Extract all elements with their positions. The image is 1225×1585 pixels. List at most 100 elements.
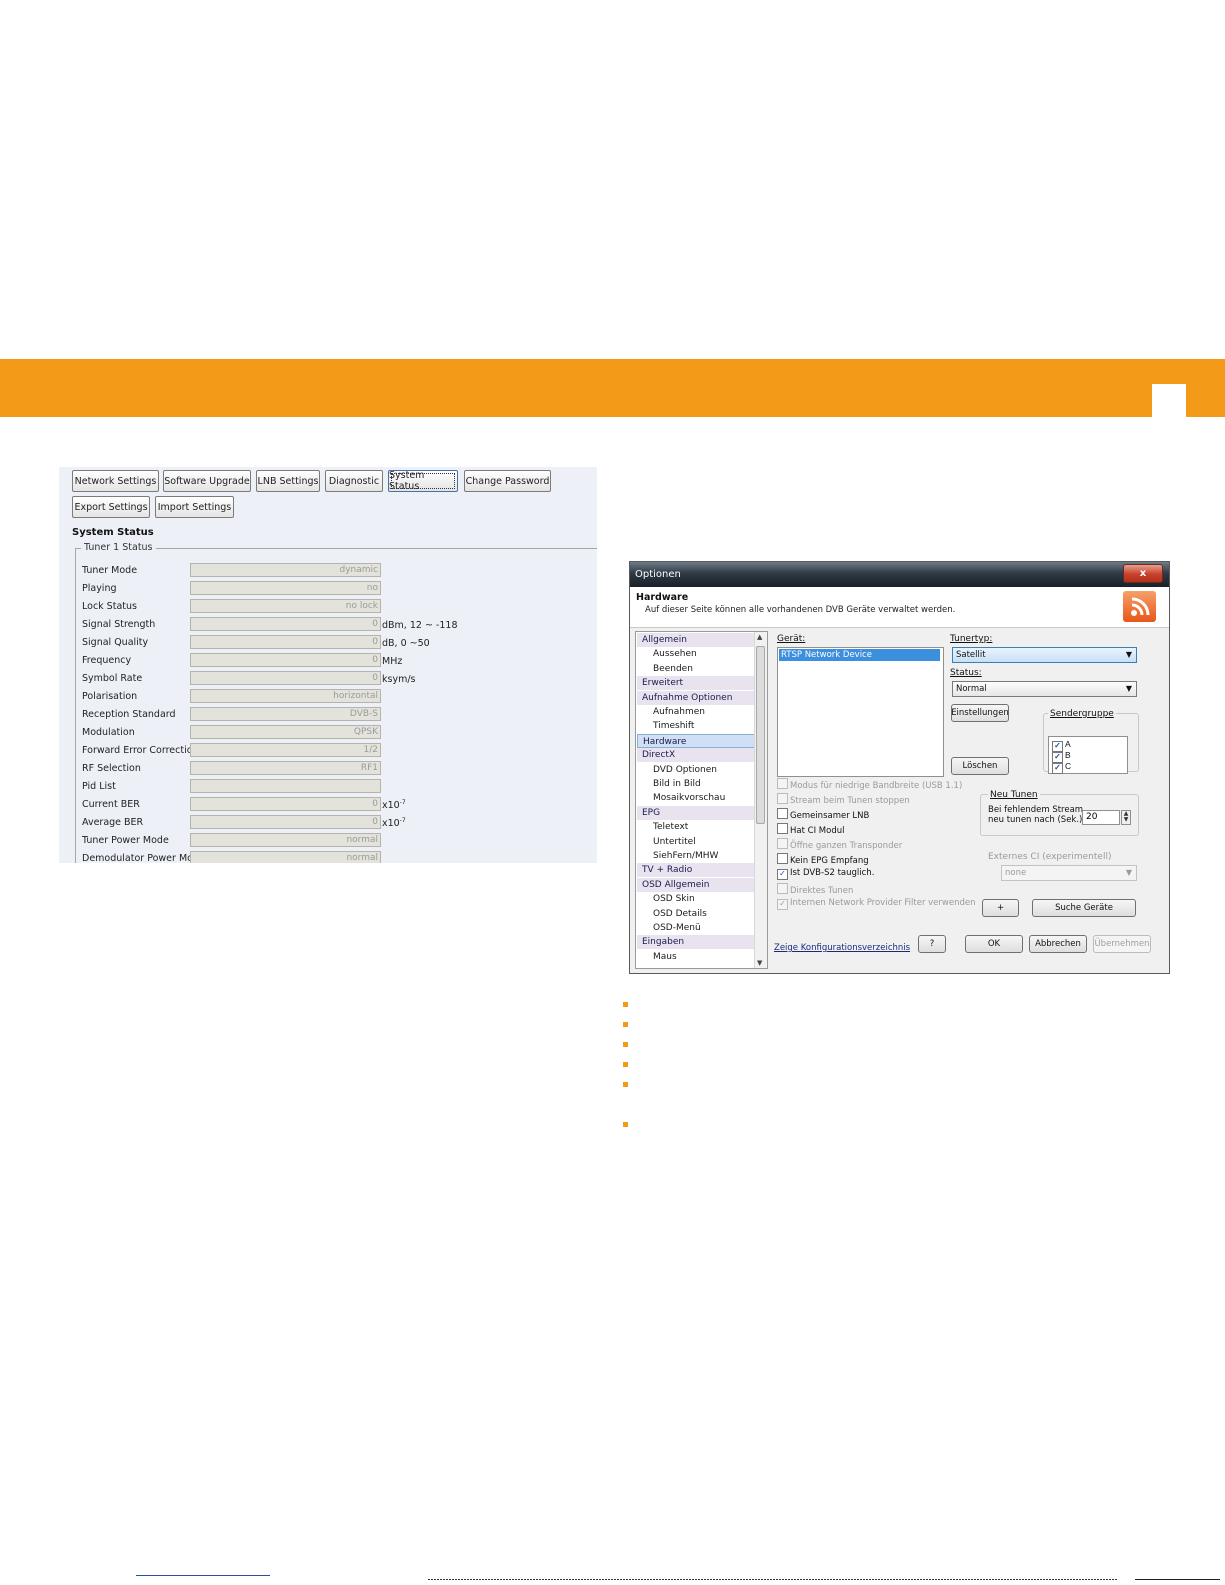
ok-button[interactable]: OK — [965, 935, 1023, 953]
change-password-button[interactable]: Change Password — [464, 470, 551, 492]
loeschen-button[interactable]: Löschen — [951, 757, 1009, 775]
tunertyp-value: Satellit — [956, 650, 986, 660]
device-list-item[interactable]: RTSP Network Device — [779, 649, 940, 661]
checkbox-icon[interactable] — [777, 808, 788, 819]
nav-item[interactable]: Allgemein — [637, 633, 755, 647]
config-directory-link[interactable]: Zeige Konfigurationsverzeichnis — [774, 943, 910, 953]
status-select[interactable]: Normal ▼ — [952, 681, 1137, 697]
option-checkbox[interactable]: Stream beim Tunen stoppen — [777, 793, 910, 806]
title-bar[interactable]: Optionen x — [630, 562, 1169, 587]
nav-item[interactable]: OSD Allgemein — [637, 877, 755, 892]
nav-item[interactable]: OSD Skin — [637, 892, 755, 906]
option-checkbox[interactable]: Modus für niedrige Bandbreite (USB 1.1) — [777, 778, 963, 791]
nav-item[interactable]: Erweitert — [637, 676, 755, 691]
abbrechen-button[interactable]: Abbrechen — [1029, 935, 1087, 953]
import-settings-button[interactable]: Import Settings — [155, 496, 234, 518]
status-row-label: Frequency — [82, 655, 132, 666]
page-title: Hardware — [636, 592, 689, 603]
add-button[interactable]: + — [982, 899, 1019, 917]
device-list[interactable]: RTSP Network Device — [777, 647, 944, 777]
status-row-label: Symbol Rate — [82, 673, 143, 684]
tunertyp-select[interactable]: Satellit ▼ — [952, 647, 1137, 663]
status-row-value: 0 — [190, 671, 381, 685]
checkbox-icon[interactable] — [777, 778, 788, 789]
checkbox-icon[interactable] — [777, 883, 788, 894]
tuner-status-legend: Tuner 1 Status — [81, 542, 156, 553]
status-row-unit: dB, 0 ~50 — [382, 638, 430, 650]
option-checkbox[interactable]: ✓ Ist DVB-S2 tauglich. — [777, 868, 874, 880]
device-label: Gerät: — [777, 634, 806, 644]
checkbox-icon[interactable]: ✓ — [777, 899, 788, 910]
chevron-down-icon: ▼ — [1125, 684, 1132, 693]
bullet-marker — [623, 1122, 628, 1127]
option-checkbox[interactable]: Gemeinsamer LNB — [777, 808, 869, 821]
neu-tunen-seconds-input[interactable]: 20 — [1082, 810, 1120, 825]
sendergruppe-item[interactable]: ✓ C — [1052, 761, 1071, 774]
uebernehmen-button[interactable]: Übernehmen — [1093, 935, 1151, 953]
lnb-settings-button[interactable]: LNB Settings — [256, 470, 320, 492]
sendergruppe-list[interactable]: ✓ A ✓ B ✓ C — [1048, 736, 1128, 774]
diagnostic-button[interactable]: Diagnostic — [325, 470, 383, 492]
status-row: Signal Strength 0 dBm, 12 ~ -118 — [82, 617, 572, 633]
option-checkbox-label: Direktes Tunen — [790, 886, 854, 896]
option-checkbox[interactable]: Hat CI Modul — [777, 823, 844, 836]
scroll-up-icon[interactable]: ▲ — [757, 633, 762, 641]
checkbox-icon[interactable] — [777, 823, 788, 834]
nav-item[interactable]: SiehFern/MHW — [637, 849, 755, 863]
suche-geraete-button[interactable]: Suche Geräte — [1032, 899, 1136, 917]
externes-ci-select[interactable]: none ▼ — [1001, 865, 1137, 881]
nav-item[interactable]: OSD Details — [637, 907, 755, 921]
export-settings-button[interactable]: Export Settings — [72, 496, 150, 518]
system-status-screenshot: Network Settings Software Upgrade LNB Se… — [59, 467, 597, 863]
bullet-marker — [623, 1082, 628, 1087]
nav-item[interactable]: EPG — [637, 805, 755, 820]
chevron-down-icon: ▼ — [1125, 650, 1132, 659]
checkbox-icon[interactable]: ✓ — [777, 869, 788, 880]
close-button[interactable]: x — [1123, 564, 1163, 583]
nav-item[interactable]: Teletext — [637, 820, 755, 834]
software-upgrade-button[interactable]: Software Upgrade — [163, 470, 251, 492]
option-checkbox[interactable]: Öffne ganzen Transponder — [777, 838, 902, 851]
help-button[interactable]: ? — [918, 935, 946, 953]
orange-header-band — [0, 359, 1225, 417]
status-row-label: Pid List — [82, 781, 116, 792]
nav-scrollbar[interactable]: ▲ ▼ — [754, 632, 767, 968]
nav-item[interactable]: Aufnahmen — [637, 705, 755, 719]
network-settings-button[interactable]: Network Settings — [72, 470, 159, 492]
status-row-unit: dBm, 12 ~ -118 — [382, 620, 458, 632]
status-row: Demodulator Power Mode normal — [82, 851, 572, 863]
nav-item[interactable]: Aufnahme Optionen — [637, 690, 755, 705]
nav-item[interactable]: Timeshift — [637, 719, 755, 733]
nav-scroll-thumb[interactable] — [756, 646, 765, 824]
page-subtitle: Auf dieser Seite können alle vorhandenen… — [645, 605, 956, 615]
nav-item[interactable]: DirectX — [637, 748, 755, 763]
nav-item[interactable]: DVD Optionen — [637, 763, 755, 777]
option-checkbox-label: Modus für niedrige Bandbreite (USB 1.1) — [790, 781, 963, 791]
option-checkbox[interactable]: Direktes Tunen — [777, 883, 854, 896]
nav-item[interactable]: Untertitel — [637, 835, 755, 849]
footer-rule-end — [1135, 1579, 1220, 1580]
neu-tunen-stepper[interactable]: ▲ ▼ — [1121, 810, 1131, 825]
nav-item[interactable]: Mosaikvorschau — [637, 791, 755, 805]
nav-item[interactable]: Hardware — [637, 733, 755, 748]
status-row-label: Demodulator Power Mode — [82, 853, 205, 863]
nav-item[interactable]: Beenden — [637, 662, 755, 676]
stepper-down-icon[interactable]: ▼ — [1124, 816, 1129, 823]
system-status-button[interactable]: System Status — [388, 470, 458, 492]
status-row-unit: MHz — [382, 656, 403, 668]
nav-item[interactable]: TV + Radio — [637, 863, 755, 878]
scroll-down-icon[interactable]: ▼ — [757, 959, 762, 967]
nav-item[interactable]: Maus — [637, 950, 755, 964]
nav-item[interactable]: Aussehen — [637, 647, 755, 661]
status-value: Normal — [956, 684, 987, 694]
option-checkbox[interactable]: Kein EPG Empfang — [777, 853, 869, 866]
nav-item[interactable]: Eingaben — [637, 935, 755, 950]
option-checkbox[interactable]: ✓ Internen Network Provider Filter verwen… — [777, 898, 976, 910]
status-row-value: normal — [190, 851, 381, 863]
einstellungen-button[interactable]: Einstellungen — [951, 704, 1009, 722]
checkbox-icon[interactable] — [777, 793, 788, 804]
checkbox-icon[interactable] — [777, 838, 788, 849]
checkbox-icon[interactable] — [777, 853, 788, 864]
nav-item[interactable]: Bild in Bild — [637, 777, 755, 791]
nav-item[interactable]: OSD-Menü — [637, 921, 755, 935]
